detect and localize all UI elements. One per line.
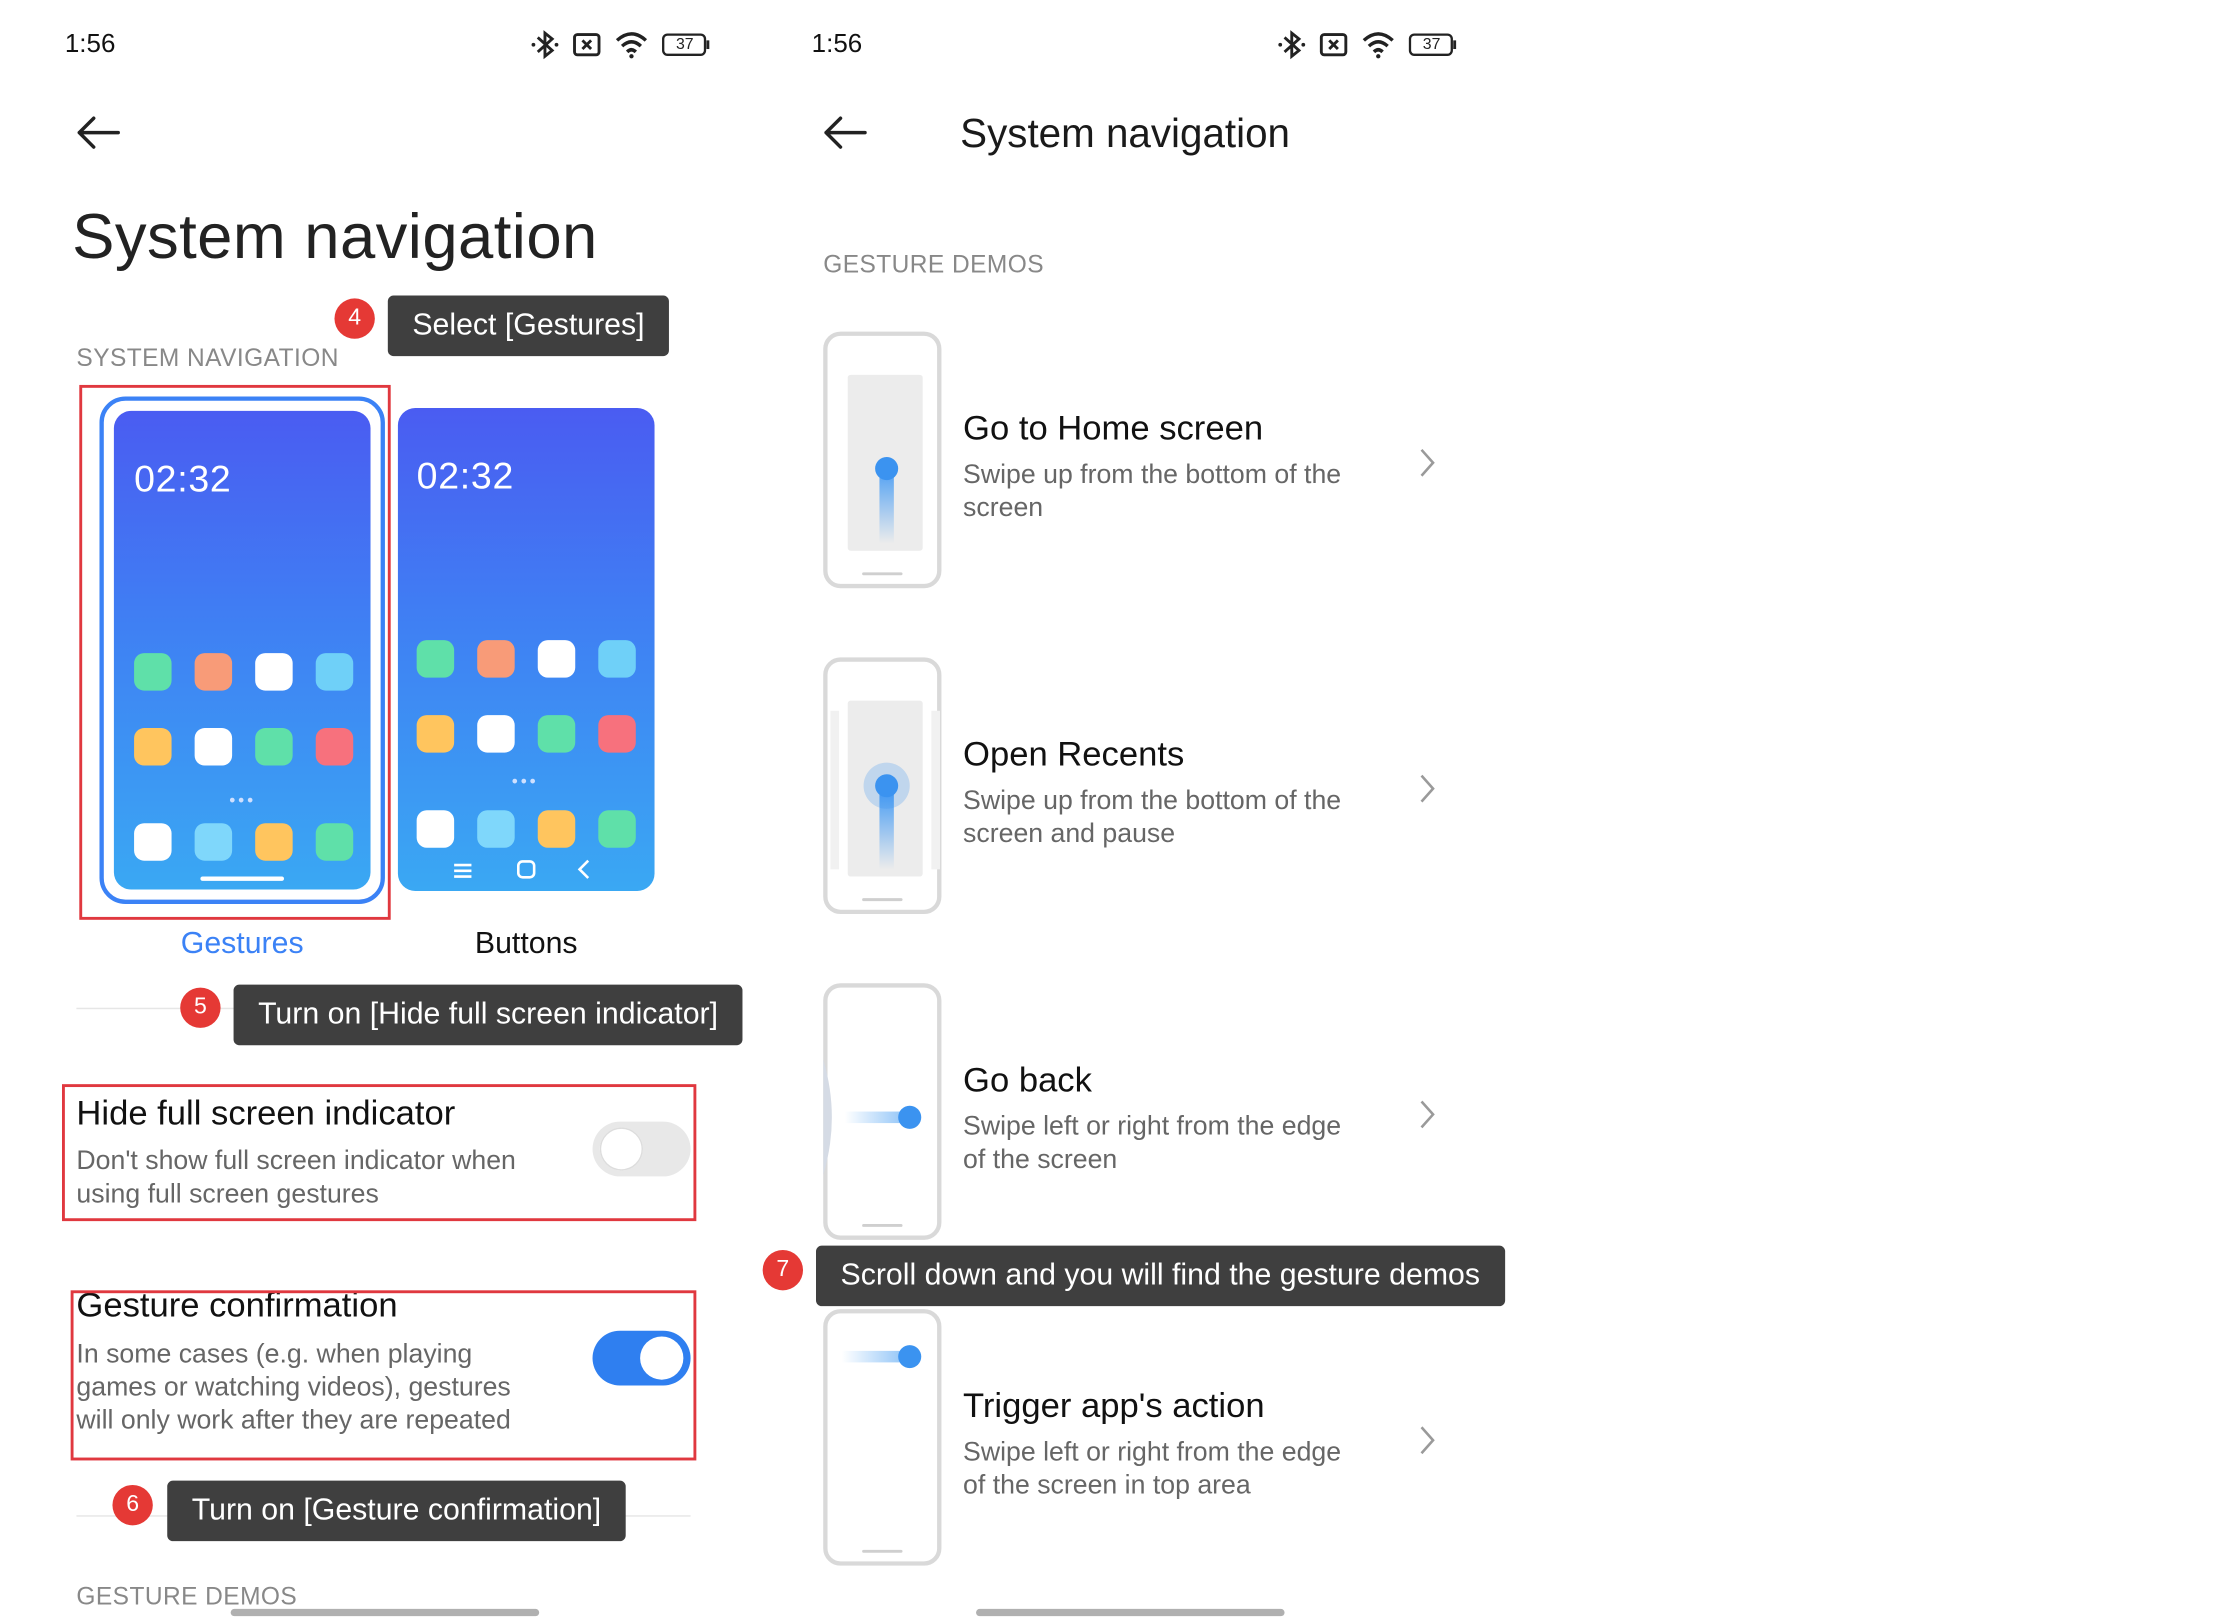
back-edge-curve [823,1059,832,1175]
page-title: System navigation [72,201,598,273]
bluetooth-icon [1277,29,1306,61]
app-icon [537,810,576,848]
demo-desc-line1: Swipe left or right from the edge [963,1435,1342,1467]
back-triangle-icon [577,859,591,886]
app-icon [477,640,515,678]
app-icon [416,640,455,678]
app-icon [416,715,455,753]
battery-level: 37 [1422,36,1441,54]
app-icon [598,715,636,753]
demo-title: Trigger app's action [963,1386,1265,1426]
demo-home-bar [862,1224,903,1227]
section-label-gesture-demos: GESTURE DEMOS [823,250,1044,279]
demo-desc-line1: Swipe left or right from the edge [963,1110,1342,1141]
chevron-right-icon [1417,1424,1437,1456]
demo-go-home[interactable]: Go to Home screen Swipe up from the bott… [823,331,1457,594]
wifi-icon [614,30,649,59]
chevron-right-icon [1417,447,1437,479]
touch-dot [898,1345,922,1369]
demo-title: Go back [963,1061,1092,1101]
highlight-gesture-confirmation [70,1290,697,1461]
demo-desc-line2: of the screen [963,1143,1118,1174]
demo-desc-line2: screen and pause [963,817,1176,848]
buttons-option[interactable]: 02:32 ••• [397,408,655,891]
home-indicator[interactable] [230,1608,540,1617]
demo-open-recents[interactable]: Open Recents Swipe up from the bottom of… [823,657,1457,919]
status-time: 1:56 [811,28,863,58]
demo-desc-line1: Swipe up from the bottom of the [963,784,1342,815]
demo-title: Go to Home screen [963,409,1264,449]
section-label-system-navigation: SYSTEM NAVIGATION [76,344,339,372]
demo-phone-illustration [823,331,942,589]
app-icon [477,810,515,848]
highlight-gestures [79,384,391,920]
demo-trigger-app-action[interactable]: Trigger app's action Swipe left or right… [823,1309,1457,1571]
bluetooth-icon [531,29,560,61]
app-icon [598,640,636,678]
screenshot-canvas: 1:56 37 System navigation SYSTEM NAVIGAT… [0,0,2226,1623]
status-icons: 37 [1277,29,1457,61]
demo-phone-illustration [823,983,942,1240]
touch-dot [875,774,899,798]
demo-home-bar [862,1549,903,1553]
chevron-right-icon [1417,773,1437,805]
highlight-hide-indicator [61,1084,697,1222]
battery-icon: 37 [1408,33,1458,56]
app-icon [598,810,636,848]
menu-icon [453,861,473,887]
status-time: 1:56 [64,28,116,58]
demo-phone-illustration [823,657,942,915]
app-icon [537,640,576,678]
section-label-gesture-demos: GESTURE DEMOS [76,1582,298,1611]
demo-home-bar [862,572,903,576]
step-badge-6: 6 [112,1484,153,1526]
demo-side-card [830,710,840,870]
home-square-icon [516,859,536,886]
appbar-title: System navigation [960,111,1291,156]
sim-off-icon [572,32,601,58]
demo-desc-line1: Swipe up from the bottom of the [963,458,1342,489]
back-arrow-icon[interactable] [75,114,121,151]
wifi-icon [1361,30,1396,59]
battery-icon: 37 [662,33,711,56]
back-arrow-icon[interactable] [822,114,868,151]
demo-side-card [931,710,940,870]
callout-scroll-down: Scroll down and you will find the gestur… [816,1245,1505,1307]
callout-select-gestures: Select [Gestures] [387,295,670,357]
callout-hide-indicator: Turn on [Hide full screen indicator] [233,984,743,1046]
sim-off-icon [1319,32,1348,58]
home-indicator[interactable] [976,1608,1285,1617]
app-icon [416,810,455,848]
app-icon [537,715,576,753]
demo-phone-illustration [823,1309,942,1566]
demo-title: Open Recents [963,735,1185,775]
touch-dot [875,457,899,481]
demo-desc-line2: screen [963,491,1044,522]
chevron-right-icon [1417,1099,1437,1131]
callout-gesture-confirmation: Turn on [Gesture confirmation] [167,1480,626,1542]
app-icon [477,715,515,753]
buttons-label[interactable]: Buttons [398,927,655,962]
step-badge-4: 4 [334,298,375,339]
step-badge-7: 7 [762,1249,804,1291]
demo-home-bar [862,898,903,902]
preview-clock: 02:32 [416,454,515,498]
touch-dot [898,1105,922,1129]
demo-go-back[interactable]: Go back Swipe left or right from the edg… [823,983,1457,1245]
battery-level: 37 [675,36,694,54]
status-icons: 37 [531,29,711,61]
demo-desc-line2: of the screen in top area [963,1469,1251,1500]
step-badge-5: 5 [180,987,221,1028]
gestures-label[interactable]: Gestures [99,927,384,962]
page-dots: ••• [511,771,539,792]
